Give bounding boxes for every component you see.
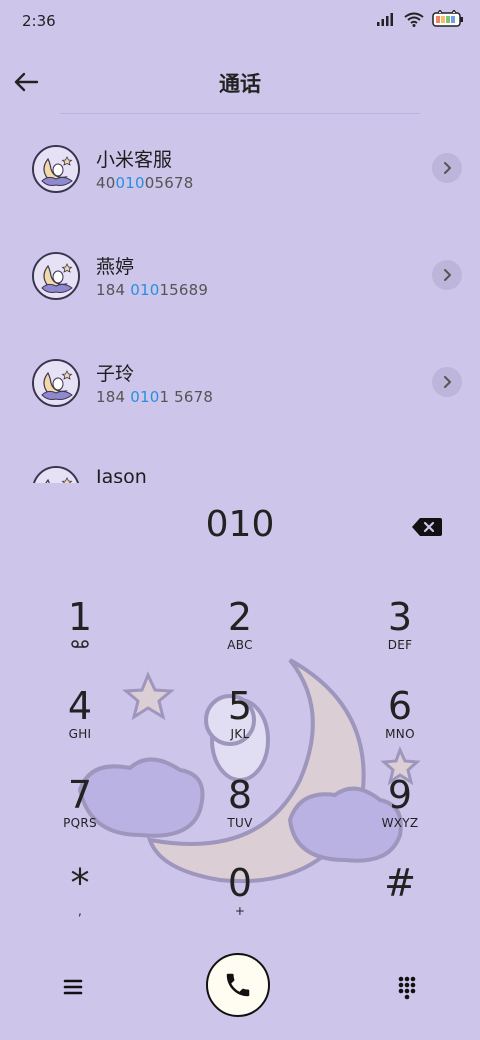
contact-row[interactable]: 子玲 184 0101 5678 bbox=[0, 342, 480, 442]
dial-key-6[interactable]: 6 MNO bbox=[340, 685, 460, 765]
dial-key-letters: ABC bbox=[227, 638, 253, 652]
contact-name: Jason bbox=[96, 466, 147, 483]
dial-key-letters: + bbox=[234, 904, 246, 918]
number-suffix: 15689 bbox=[159, 281, 209, 299]
contact-list: 小米客服 4001005678 燕婷 184 01015689 子玲 184 0101 5… bbox=[0, 128, 480, 483]
contact-row[interactable]: 小米客服 4001005678 bbox=[0, 128, 480, 228]
chevron-right-icon bbox=[440, 375, 454, 389]
dial-key-letters: DEF bbox=[387, 638, 413, 652]
keypad-icon bbox=[398, 976, 416, 1000]
menu-icon bbox=[63, 979, 83, 995]
dial-key-digit: 2 bbox=[227, 595, 253, 639]
dial-key-letters: MNO bbox=[385, 727, 415, 741]
dial-key-digit: 0 bbox=[227, 861, 253, 905]
voicemail-icon bbox=[20, 638, 140, 652]
contact-detail-button[interactable] bbox=[432, 153, 462, 183]
phone-icon bbox=[226, 973, 250, 997]
chevron-right-icon bbox=[440, 268, 454, 282]
dial-key-1[interactable]: 1 bbox=[20, 596, 140, 676]
contact-number: 184 01015689 bbox=[96, 281, 208, 299]
number-match-highlight: 010 bbox=[130, 388, 160, 406]
wifi-icon bbox=[404, 12, 424, 27]
dial-key-letters: PQRS bbox=[63, 816, 97, 830]
dial-key-5[interactable]: 5 JKL bbox=[180, 685, 300, 765]
status-bar: 2:36 bbox=[0, 0, 480, 44]
dial-key-2[interactable]: 2 ABC bbox=[180, 596, 300, 676]
number-suffix: 1 5678 bbox=[159, 388, 214, 406]
contact-detail-button[interactable] bbox=[432, 367, 462, 397]
backspace-icon bbox=[412, 518, 442, 536]
header: 通话 bbox=[0, 56, 480, 112]
number-suffix: 05678 bbox=[144, 174, 194, 192]
avatar bbox=[32, 252, 80, 300]
contact-row[interactable]: Jason bbox=[0, 449, 480, 483]
status-time: 2:36 bbox=[22, 12, 56, 30]
number-prefix: 40 bbox=[96, 174, 116, 192]
avatar bbox=[32, 359, 80, 407]
avatar bbox=[32, 466, 80, 483]
dial-key-digit: 3 bbox=[387, 595, 413, 639]
contact-name: 小米客服 bbox=[96, 149, 173, 171]
number-prefix: 184 bbox=[96, 388, 131, 406]
contact-number: 4001005678 bbox=[96, 174, 193, 192]
dial-key-letters: GHI bbox=[68, 727, 92, 741]
dial-key-digit: # bbox=[384, 861, 416, 905]
dial-key-digit: 7 bbox=[67, 773, 93, 817]
contact-name: 燕婷 bbox=[96, 256, 135, 278]
dial-key-letters: WXYZ bbox=[381, 816, 419, 830]
dial-key-digit: 5 bbox=[227, 684, 253, 728]
dial-key-digit: * bbox=[70, 861, 90, 905]
dial-key-digit: 4 bbox=[67, 684, 93, 728]
dial-key-0[interactable]: 0 + bbox=[180, 862, 300, 942]
call-button[interactable] bbox=[206, 953, 270, 1017]
chevron-right-icon bbox=[440, 161, 454, 175]
menu-button[interactable] bbox=[58, 972, 88, 1002]
dial-key-digit: 9 bbox=[387, 773, 413, 817]
dial-key-letters: , bbox=[77, 904, 83, 918]
dial-key-7[interactable]: 7 PQRS bbox=[20, 774, 140, 854]
avatar bbox=[32, 145, 80, 193]
dial-key-3[interactable]: 3 DEF bbox=[340, 596, 460, 676]
contact-name: 子玲 bbox=[96, 363, 135, 385]
backspace-button[interactable] bbox=[410, 514, 444, 540]
dial-key-digit: 8 bbox=[227, 773, 253, 817]
status-icons bbox=[376, 10, 464, 28]
dial-key-letters: TUV bbox=[227, 816, 253, 830]
dial-key-9[interactable]: 9 WXYZ bbox=[340, 774, 460, 854]
dial-key-star[interactable]: *, bbox=[20, 862, 140, 942]
number-match-highlight: 010 bbox=[130, 281, 160, 299]
dial-key-hash[interactable]: # bbox=[340, 862, 460, 942]
contact-row[interactable]: 燕婷 184 01015689 bbox=[0, 235, 480, 335]
dial-key-digit: 1 bbox=[67, 595, 93, 639]
number-match-highlight: 010 bbox=[115, 174, 145, 192]
signal-icon bbox=[377, 13, 393, 26]
contact-detail-button[interactable] bbox=[432, 260, 462, 290]
keypad-toggle-button[interactable] bbox=[392, 972, 422, 1002]
battery-icon bbox=[432, 10, 463, 27]
number-prefix: 184 bbox=[96, 281, 131, 299]
dial-key-8[interactable]: 8 TUV bbox=[180, 774, 300, 854]
page-title: 通话 bbox=[219, 72, 261, 96]
dial-key-letters: JKL bbox=[230, 727, 250, 741]
header-divider bbox=[60, 113, 420, 114]
dial-key-digit: 6 bbox=[387, 684, 413, 728]
contact-number: 184 0101 5678 bbox=[96, 388, 213, 406]
dial-key-4[interactable]: 4 GHI bbox=[20, 685, 140, 765]
bottom-bar bbox=[0, 950, 480, 1020]
dialed-number: 010 bbox=[205, 504, 275, 545]
